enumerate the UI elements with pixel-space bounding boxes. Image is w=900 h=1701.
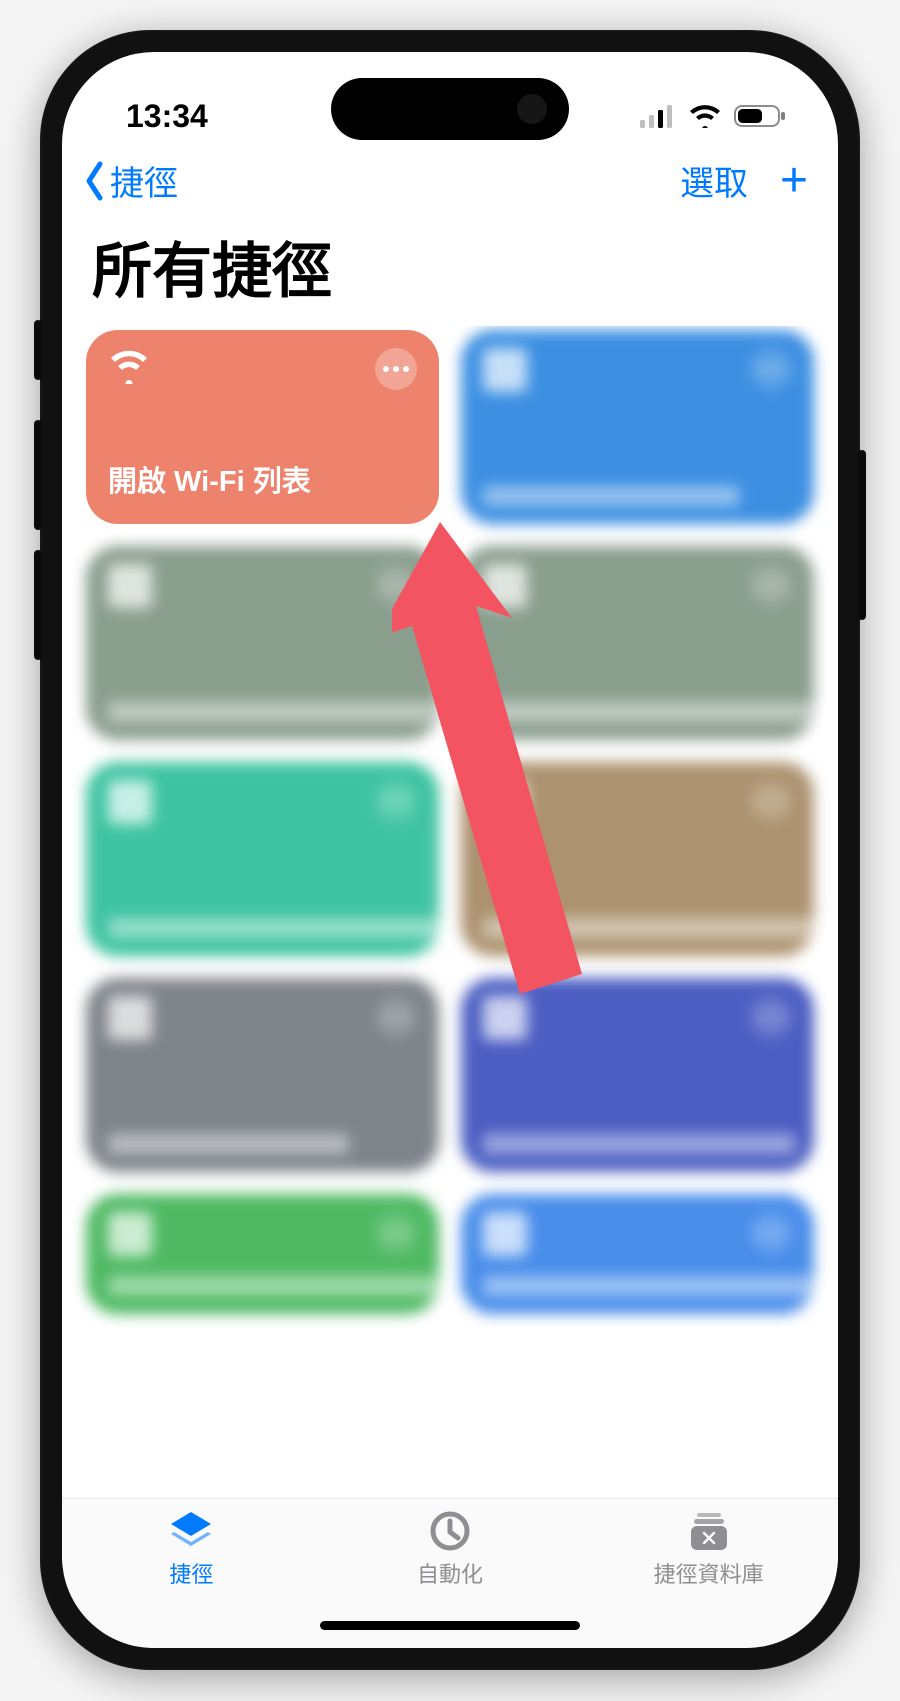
power-button	[858, 450, 866, 620]
shortcuts-grid[interactable]: 開啟 Wi-Fi 列表	[62, 326, 838, 1498]
phone-frame: 13:34	[40, 30, 860, 1670]
card-more-button[interactable]	[750, 348, 792, 390]
card-more-button[interactable]	[750, 1212, 792, 1254]
shortcut-card[interactable]	[86, 978, 439, 1172]
card-icon	[483, 564, 527, 608]
card-icon	[108, 780, 152, 824]
tab-shortcuts[interactable]: 捷徑	[62, 1509, 321, 1648]
screen: 13:34	[62, 52, 838, 1648]
automation-icon	[426, 1509, 474, 1553]
card-label	[108, 702, 436, 722]
nav-bar: 捷徑 選取 +	[62, 152, 838, 211]
tab-label: 捷徑	[169, 1557, 213, 1589]
select-button[interactable]: 選取	[680, 156, 748, 205]
card-icon	[108, 564, 152, 608]
shortcut-card[interactable]	[461, 978, 814, 1172]
card-more-button[interactable]	[750, 996, 792, 1038]
tab-bar: 捷徑 自動化 捷徑資料庫	[62, 1498, 838, 1648]
card-more-button[interactable]	[375, 996, 417, 1038]
card-more-button[interactable]	[750, 780, 792, 822]
card-icon	[108, 1212, 152, 1256]
card-label	[483, 1276, 838, 1296]
chevron-left-icon	[80, 160, 110, 202]
status-indicators	[640, 104, 786, 128]
shortcut-card-wifi[interactable]: 開啟 Wi-Fi 列表	[86, 330, 439, 524]
gallery-icon	[685, 1509, 733, 1553]
shortcut-card[interactable]	[86, 1194, 439, 1314]
card-icon	[483, 348, 527, 392]
card-label	[483, 486, 739, 506]
shortcut-card[interactable]	[461, 762, 814, 956]
battery-icon	[734, 104, 786, 128]
back-label: 捷徑	[110, 156, 178, 205]
wifi-icon	[688, 104, 722, 128]
card-label	[483, 918, 838, 938]
card-label: 開啟 Wi-Fi 列表	[108, 458, 417, 506]
dynamic-island	[331, 78, 569, 140]
card-label	[108, 1276, 491, 1296]
side-button	[34, 320, 42, 380]
shortcut-card[interactable]	[86, 762, 439, 956]
card-label	[108, 1134, 349, 1154]
shortcut-card[interactable]	[461, 546, 814, 740]
shortcut-card[interactable]	[86, 546, 439, 740]
tab-label: 自動化	[417, 1557, 483, 1589]
card-more-button[interactable]	[375, 780, 417, 822]
wifi-icon	[108, 348, 150, 384]
back-button[interactable]: 捷徑	[80, 156, 178, 205]
card-icon	[108, 996, 152, 1040]
card-label	[483, 702, 838, 722]
card-more-button[interactable]	[375, 564, 417, 606]
card-icon	[483, 1212, 527, 1256]
shortcut-card[interactable]	[461, 330, 814, 524]
volume-down-button	[34, 550, 42, 660]
cellular-icon	[640, 104, 676, 128]
shortcut-card[interactable]	[461, 1194, 814, 1314]
tab-label: 捷徑資料庫	[654, 1557, 764, 1589]
tab-gallery[interactable]: 捷徑資料庫	[579, 1509, 838, 1648]
card-label	[483, 1134, 795, 1154]
card-more-button[interactable]	[750, 564, 792, 606]
home-indicator[interactable]	[320, 1621, 580, 1630]
status-time: 13:34	[126, 98, 208, 135]
volume-up-button	[34, 420, 42, 530]
page-title: 所有捷徑	[62, 211, 838, 326]
card-icon	[483, 780, 527, 824]
card-icon	[483, 996, 527, 1040]
card-more-button[interactable]	[375, 348, 417, 390]
card-more-button[interactable]	[375, 1212, 417, 1254]
shortcuts-icon	[167, 1509, 215, 1553]
add-button[interactable]: +	[780, 157, 808, 205]
